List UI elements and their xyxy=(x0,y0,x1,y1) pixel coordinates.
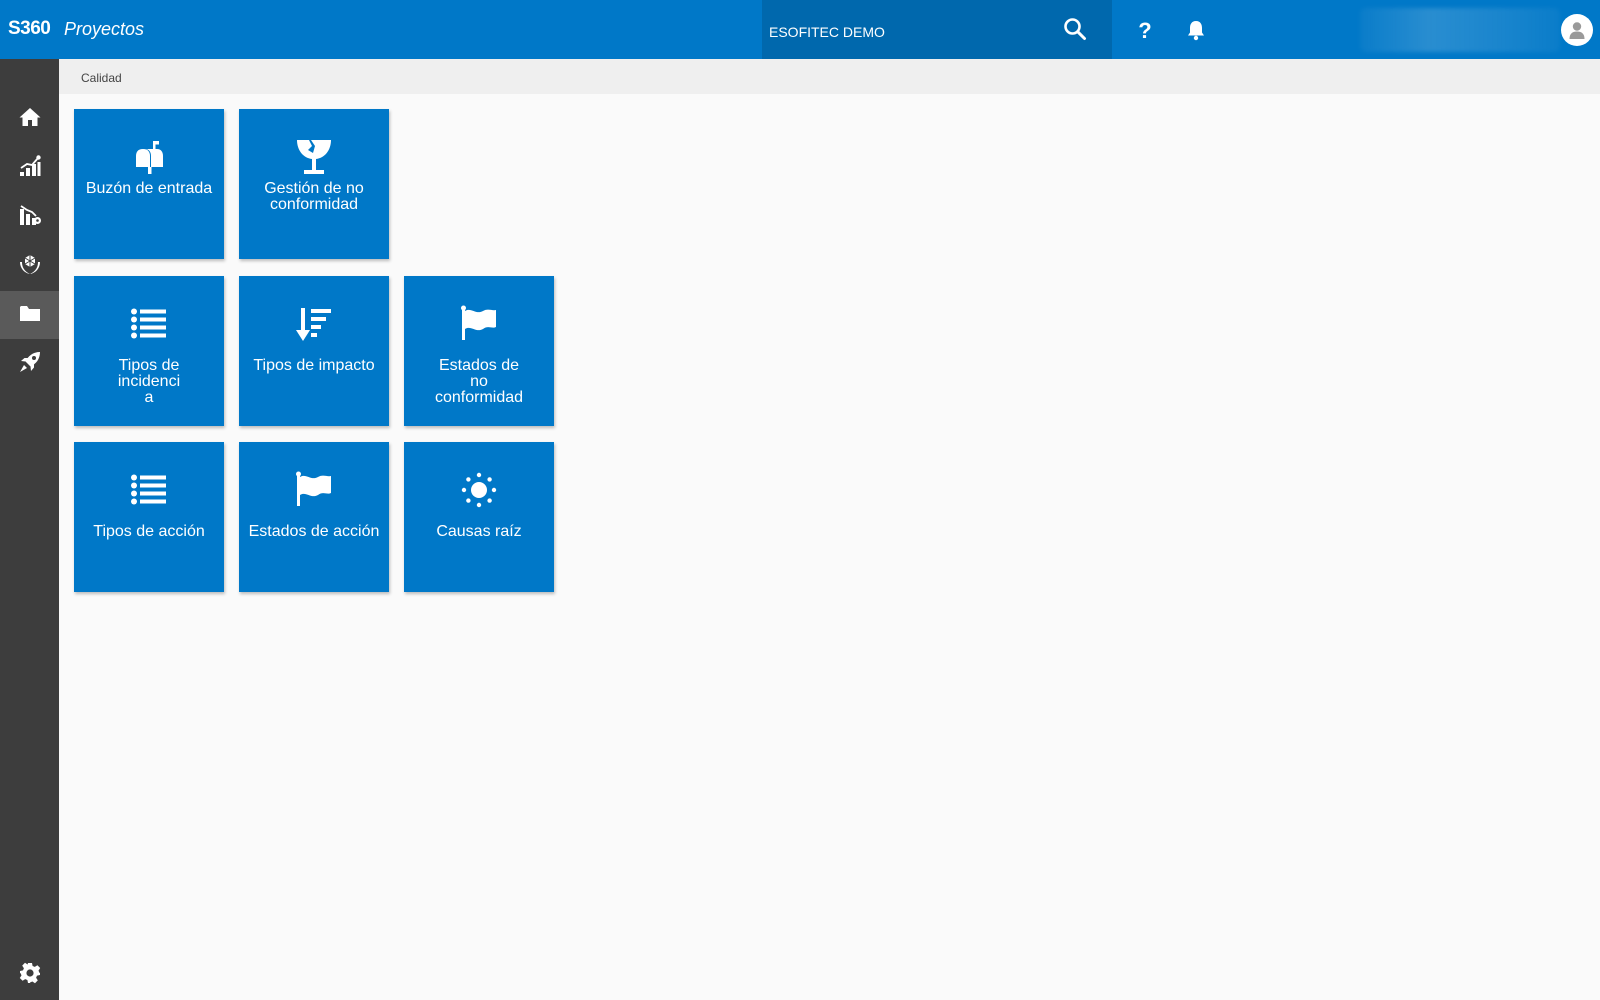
svg-text:?: ? xyxy=(1138,18,1151,43)
brand-logo[interactable]: S360 xyxy=(8,18,51,40)
help-icon[interactable]: ? xyxy=(1132,17,1158,43)
tile-label: Estados de no conformidad xyxy=(434,357,524,406)
tile-buzon-entrada[interactable]: Buzón de entrada xyxy=(74,109,224,259)
sort-down-icon xyxy=(294,304,334,344)
chart-icon xyxy=(18,154,42,183)
tile-label: Tipos de incidenci a xyxy=(117,357,181,406)
broken-glass-icon xyxy=(294,137,334,177)
tile-label: Tipos de acción xyxy=(93,523,205,540)
tile-estados-no-conformidad[interactable]: Estados de no conformidad xyxy=(404,276,554,426)
sidebar xyxy=(0,59,59,1000)
flag-icon xyxy=(294,470,334,510)
hands-heart-icon xyxy=(18,252,42,281)
user-name-blurred xyxy=(1360,8,1560,52)
sidebar-item-care[interactable] xyxy=(0,242,59,290)
tile-label: Buzón de entrada xyxy=(85,180,213,197)
flag-icon xyxy=(459,304,499,344)
search-icon[interactable] xyxy=(1062,16,1088,42)
folder-icon xyxy=(18,301,42,330)
breadcrumb: Calidad xyxy=(59,59,1600,94)
sidebar-item-launch[interactable] xyxy=(0,340,59,388)
breadcrumb-current[interactable]: Calidad xyxy=(81,71,122,85)
tile-causas-raiz[interactable]: Causas raíz xyxy=(404,442,554,592)
sidebar-item-projects[interactable] xyxy=(0,291,59,339)
sun-icon xyxy=(459,470,499,510)
rocket-icon xyxy=(18,350,42,379)
sidebar-item-home[interactable] xyxy=(0,95,59,143)
sidebar-item-reports[interactable] xyxy=(0,193,59,241)
tile-estados-accion[interactable]: Estados de acción xyxy=(239,442,389,592)
settings-button[interactable] xyxy=(0,951,59,999)
list-icon xyxy=(129,470,169,510)
tile-gestion-no-conformidad[interactable]: Gestión de no conformidad xyxy=(239,109,389,259)
app-title: Proyectos xyxy=(64,19,145,39)
tile-tipos-accion[interactable]: Tipos de acción xyxy=(74,442,224,592)
gear-icon xyxy=(18,961,42,990)
user-icon[interactable] xyxy=(1561,14,1593,46)
mailbox-icon xyxy=(129,137,169,177)
tile-label: Causas raíz xyxy=(436,523,522,540)
sidebar-item-analytics[interactable] xyxy=(0,144,59,192)
company-search[interactable]: ESOFITEC DEMO xyxy=(762,0,1112,59)
company-name: ESOFITEC DEMO xyxy=(769,24,885,40)
list-icon xyxy=(129,304,169,344)
home-icon xyxy=(18,105,42,134)
tile-tipos-impacto[interactable]: Tipos de impacto xyxy=(239,276,389,426)
top-bar: S360 Proyectos ESOFITEC DEMO ? xyxy=(0,0,1600,59)
bell-icon[interactable] xyxy=(1183,17,1209,43)
tile-tipos-incidencia[interactable]: Tipos de incidenci a xyxy=(74,276,224,426)
report-chart-icon xyxy=(18,203,42,232)
tile-label: Estados de acción xyxy=(248,523,380,540)
tile-label: Gestión de no conformidad xyxy=(264,180,364,213)
tile-label: Tipos de impacto xyxy=(253,357,375,374)
